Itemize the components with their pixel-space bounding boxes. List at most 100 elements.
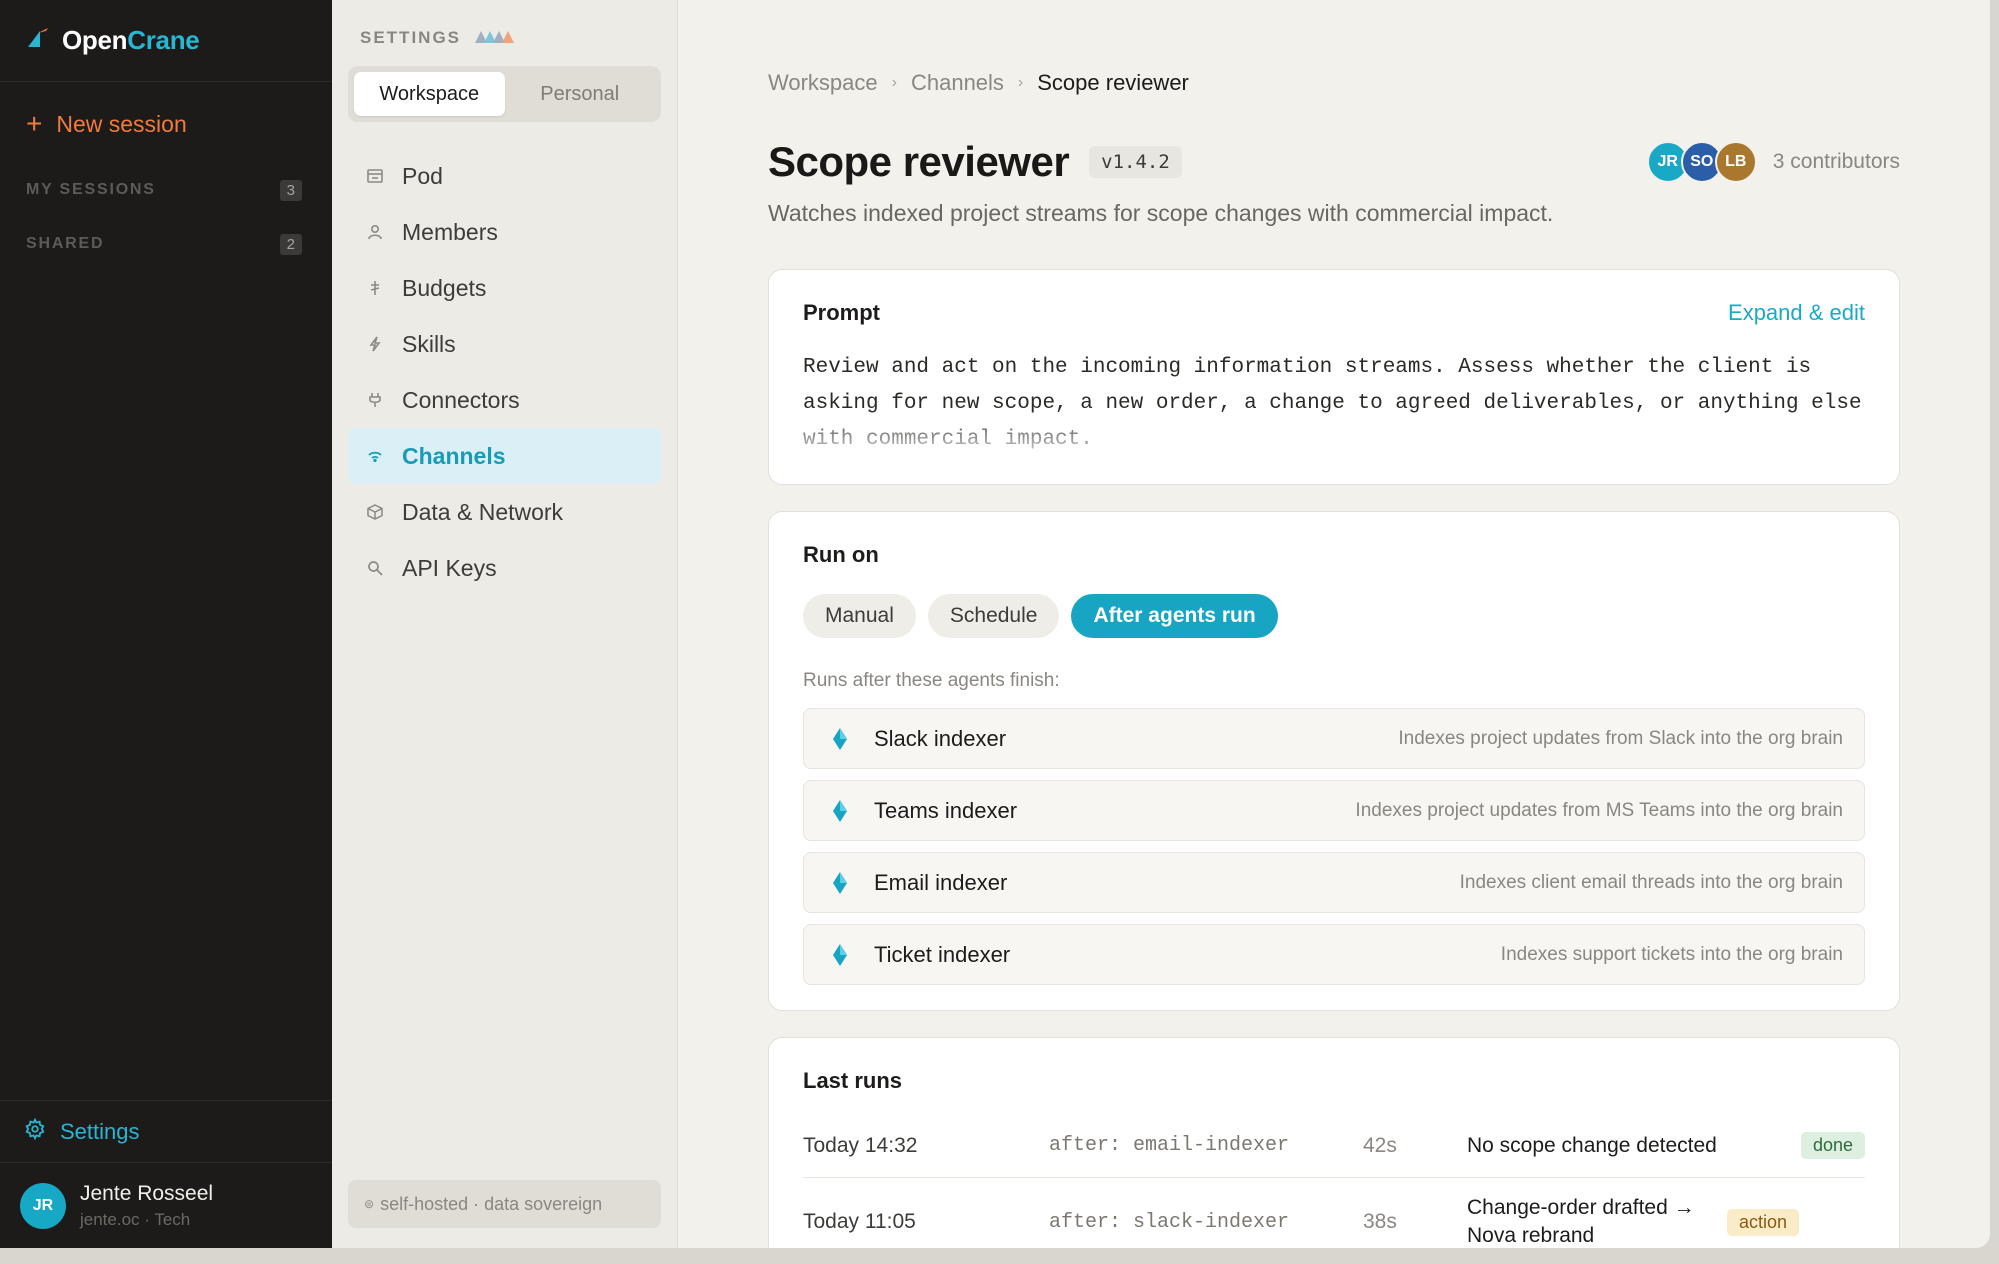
contributors-count: 3 contributors bbox=[1772, 150, 1900, 173]
section-label: SHARED bbox=[26, 235, 105, 252]
settings-title: SETTINGS bbox=[360, 28, 661, 48]
gear-icon bbox=[24, 1117, 46, 1146]
chevron-right-icon: › bbox=[891, 74, 897, 91]
prompt-title: Prompt bbox=[803, 300, 880, 325]
list-item[interactable]: Ticket indexer Indexes support tickets i… bbox=[803, 924, 1865, 985]
menu-item-label: Channels bbox=[402, 442, 506, 469]
run-mode-schedule[interactable]: Schedule bbox=[927, 594, 1060, 638]
last-runs-card: Last runs Today 14:32 after: email-index… bbox=[768, 1037, 1900, 1248]
run-mode-manual[interactable]: Manual bbox=[803, 594, 916, 638]
prompt-text: Review and act on the incoming informati… bbox=[803, 356, 1862, 451]
menu-item-data-network[interactable]: Data & Network bbox=[348, 484, 661, 540]
agent-name: Slack indexer bbox=[874, 725, 1007, 751]
menu-item-channels[interactable]: Channels bbox=[348, 428, 661, 484]
sidebar-footer: Settings JR Jente Rosseel jente.oc · Tec… bbox=[0, 1100, 332, 1248]
section-label: MY SESSIONS bbox=[26, 181, 156, 198]
agent-description: Indexes client email threads into the or… bbox=[1459, 871, 1843, 893]
menu-item-pod[interactable]: Pod bbox=[348, 148, 661, 204]
status-badge: action bbox=[1727, 1208, 1800, 1236]
run-duration: 38s bbox=[1363, 1210, 1397, 1233]
avatar: LB bbox=[1714, 141, 1757, 183]
currency-icon bbox=[366, 279, 384, 297]
diamond-icon bbox=[830, 871, 850, 895]
person-icon bbox=[366, 223, 384, 241]
main-sidebar: OpenCrane + New session MY SESSIONS 3 SH… bbox=[0, 0, 332, 1248]
deployment-label: self-hosted · data sovereign bbox=[380, 1193, 603, 1214]
menu-item-label: Connectors bbox=[402, 386, 520, 413]
menu-item-members[interactable]: Members bbox=[348, 204, 661, 260]
user-name: Jente Rosseel bbox=[80, 1181, 214, 1205]
breadcrumb: Workspace › Channels › Scope reviewer bbox=[768, 70, 1900, 96]
page-title: Scope reviewer bbox=[768, 138, 1070, 185]
agent-description: Indexes project updates from Slack into … bbox=[1398, 727, 1843, 749]
tab-personal[interactable]: Personal bbox=[505, 72, 656, 116]
contributors[interactable]: JR SO LB 3 contributors bbox=[1646, 141, 1900, 183]
menu-item-label: Data & Network bbox=[402, 498, 564, 525]
agents-label: Runs after these agents finish: bbox=[803, 670, 1060, 691]
table-row[interactable]: Today 11:05 after: slack-indexer 38s Cha… bbox=[803, 1178, 1865, 1248]
agent-name: Teams indexer bbox=[874, 797, 1018, 823]
brand[interactable]: OpenCrane bbox=[0, 0, 332, 82]
plus-icon: + bbox=[26, 108, 43, 139]
diamond-icon bbox=[830, 799, 850, 823]
channel-detail: Workspace › Channels › Scope reviewer Sc… bbox=[678, 0, 1990, 1248]
run-mode-selector: Manual Schedule After agents run bbox=[803, 594, 1865, 638]
deployment-badge: ⊜ self-hosted · data sovereign bbox=[348, 1180, 661, 1228]
mountains-icon bbox=[475, 28, 519, 48]
plug-icon bbox=[366, 391, 384, 409]
breadcrumb-current: Scope reviewer bbox=[1037, 70, 1189, 95]
sidebar-section-shared[interactable]: SHARED 2 bbox=[0, 230, 332, 258]
menu-item-skills[interactable]: Skills bbox=[348, 316, 661, 372]
new-session-button[interactable]: + New session bbox=[0, 106, 332, 142]
page-subtitle: Watches indexed project streams for scop… bbox=[768, 200, 1554, 226]
last-runs-title: Last runs bbox=[803, 1068, 903, 1093]
list-item[interactable]: Teams indexer Indexes project updates fr… bbox=[803, 780, 1865, 841]
run-time: Today 11:05 bbox=[803, 1210, 916, 1233]
agent-list: Slack indexer Indexes project updates fr… bbox=[803, 708, 1865, 985]
user-subtitle: jente.oc · Tech bbox=[80, 1209, 191, 1229]
menu-item-connectors[interactable]: Connectors bbox=[348, 372, 661, 428]
breadcrumb-workspace[interactable]: Workspace bbox=[768, 70, 878, 96]
menu-item-label: Members bbox=[402, 218, 498, 245]
menu-item-label: Budgets bbox=[402, 274, 487, 301]
sidebar-section-my-sessions[interactable]: MY SESSIONS 3 bbox=[0, 176, 332, 204]
run-trigger: after: slack-indexer bbox=[1049, 1210, 1290, 1234]
run-on-title: Run on bbox=[803, 542, 879, 567]
diamond-icon bbox=[830, 727, 850, 751]
settings-panel: SETTINGS Workspace Personal Pod Members … bbox=[332, 0, 678, 1248]
new-session-label: New session bbox=[56, 110, 187, 137]
wifi-icon bbox=[366, 447, 384, 465]
run-mode-after-agents[interactable]: After agents run bbox=[1071, 594, 1278, 638]
tab-workspace[interactable]: Workspace bbox=[354, 72, 505, 116]
list-item[interactable]: Email indexer Indexes client email threa… bbox=[803, 852, 1865, 913]
search-icon bbox=[366, 559, 384, 577]
settings-link[interactable]: Settings bbox=[0, 1100, 332, 1162]
agent-description: Indexes project updates from MS Teams in… bbox=[1355, 799, 1843, 821]
diamond-icon bbox=[830, 943, 850, 967]
menu-item-api-keys[interactable]: API Keys bbox=[348, 540, 661, 596]
menu-item-budgets[interactable]: Budgets bbox=[348, 260, 661, 316]
title-row: Scope reviewer v1.4.2 JR SO LB 3 contrib… bbox=[768, 138, 1900, 186]
table-row[interactable]: Today 14:32 after: email-indexer 42s No … bbox=[803, 1114, 1865, 1178]
bolt-icon bbox=[366, 335, 384, 353]
agent-name: Ticket indexer bbox=[874, 941, 1011, 967]
chevron-right-icon: › bbox=[1017, 74, 1024, 91]
expand-edit-link[interactable]: Expand & edit bbox=[1728, 300, 1865, 326]
user-profile[interactable]: JR Jente Rosseel jente.oc · Tech bbox=[0, 1162, 332, 1248]
app-window: OpenCrane + New session MY SESSIONS 3 SH… bbox=[0, 0, 1990, 1248]
shield-icon: ⊜ bbox=[364, 1197, 375, 1211]
avatar: JR bbox=[20, 1182, 66, 1229]
list-item[interactable]: Slack indexer Indexes project updates fr… bbox=[803, 708, 1865, 769]
run-time: Today 14:32 bbox=[803, 1133, 918, 1157]
settings-menu: Pod Members Budgets Skills Connectors Ch… bbox=[348, 148, 661, 596]
count-badge: 2 bbox=[279, 233, 302, 255]
agent-name: Email indexer bbox=[874, 869, 1008, 895]
menu-item-label: API Keys bbox=[402, 554, 497, 581]
cube-icon bbox=[366, 503, 384, 521]
breadcrumb-channels[interactable]: Channels bbox=[911, 70, 1004, 96]
brand-name: OpenCrane bbox=[62, 25, 200, 55]
run-result: Change-order drafted → Nova rebrand bbox=[1467, 1196, 1695, 1247]
count-badge: 3 bbox=[279, 179, 302, 201]
run-trigger: after: email-indexer bbox=[1049, 1134, 1290, 1157]
menu-item-label: Skills bbox=[402, 330, 456, 357]
